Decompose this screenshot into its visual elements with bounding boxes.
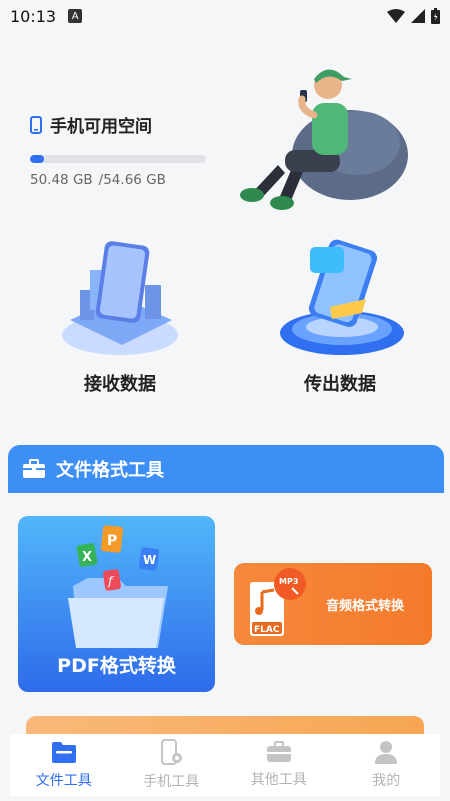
tab-file-tools[interactable]: 文件工具	[10, 734, 118, 796]
receive-data-label: 接收数据	[84, 374, 156, 395]
status-bar: 10:13 A	[0, 0, 450, 32]
mp3-badge: MP3	[279, 577, 298, 586]
wifi-icon	[387, 9, 405, 23]
storage-panel: 手机可用空间 50.48 GB /54.66 GB	[30, 112, 210, 188]
status-icons	[387, 8, 440, 24]
user-icon	[375, 741, 398, 764]
section-title: 文件格式工具	[56, 460, 164, 481]
storage-title: 手机可用空间	[50, 117, 152, 137]
battery-icon	[431, 8, 440, 24]
document-folder-illustration: X P W f	[68, 525, 168, 648]
folder-icon	[51, 742, 76, 763]
receive-data-icon	[62, 241, 178, 355]
pdf-convert-label: PDF格式转换	[57, 655, 176, 677]
tab-label-other-tools: 其他工具	[250, 772, 307, 788]
tab-label-file-tools: 文件工具	[35, 773, 92, 789]
phone-icon	[30, 115, 42, 134]
storage-progress-fill	[30, 155, 45, 163]
excel-icon: X	[82, 550, 92, 565]
audio-convert-label: 音频格式转换	[326, 598, 405, 614]
powerpoint-icon: P	[107, 533, 117, 549]
storage-used: 50.48 GB	[30, 172, 93, 188]
audio-file-icon: FLAC MP3	[250, 568, 306, 636]
storage-progress-bar	[30, 155, 206, 163]
audio-convert-card[interactable]: FLAC MP3 音频格式转换	[234, 563, 432, 645]
storage-total: /54.66 GB	[98, 172, 166, 188]
bottom-tab-bar: 文件工具 手机工具 其他工具 我的	[10, 734, 440, 796]
flac-badge: FLAC	[254, 625, 280, 635]
send-data-label: 传出数据	[304, 374, 376, 395]
send-data-button[interactable]: 传出数据	[265, 235, 415, 405]
next-tool-card-peek[interactable]	[26, 716, 424, 736]
person-on-beanbag-illustration	[240, 69, 408, 210]
signal-icon	[411, 9, 425, 23]
tab-other-tools[interactable]: 其他工具	[225, 734, 333, 796]
storage-sizes: 50.48 GB /54.66 GB	[30, 172, 210, 188]
tab-label-mine: 我的	[372, 773, 401, 789]
phone-settings-icon	[161, 739, 183, 765]
receive-data-button[interactable]: 接收数据	[45, 235, 195, 405]
pdf-convert-card[interactable]: X P W f PDF格式转换	[18, 516, 215, 692]
file-format-tools-header: 文件格式工具	[8, 445, 444, 493]
tab-mine[interactable]: 我的	[333, 734, 441, 796]
briefcase-icon	[23, 459, 45, 478]
status-time: 10:13	[10, 6, 57, 26]
tab-label-phone-tools: 手机工具	[143, 774, 200, 790]
tab-phone-tools[interactable]: 手机工具	[118, 734, 226, 796]
word-icon: W	[143, 553, 156, 567]
send-data-icon	[280, 239, 404, 355]
notification-icon: A	[68, 9, 83, 23]
storage-title-row: 手机可用空间	[30, 112, 210, 137]
toolbox-icon	[266, 741, 291, 762]
